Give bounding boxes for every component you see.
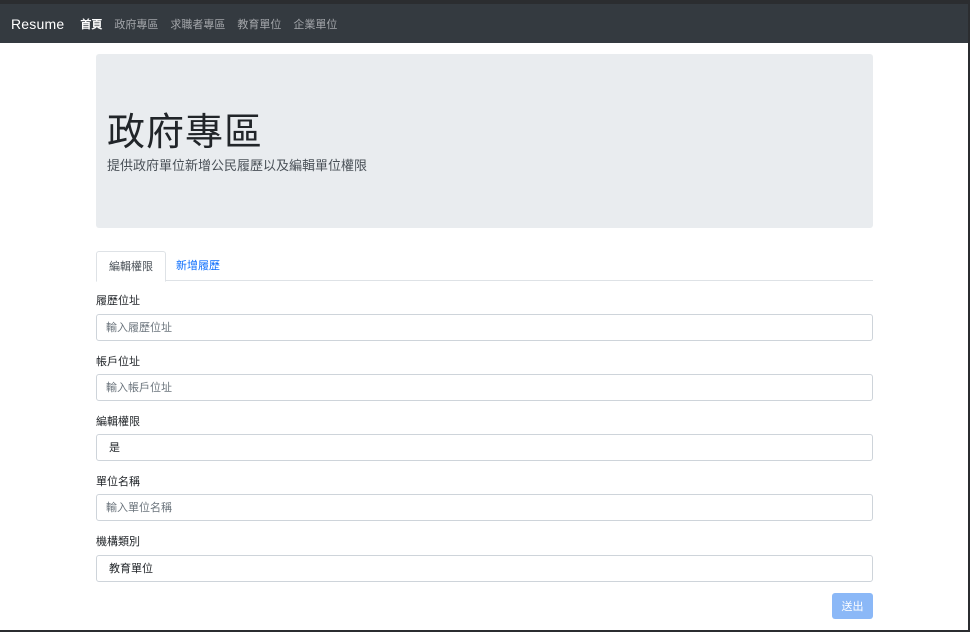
resume-address-label: 履歷位址 [96,294,140,307]
page-title: 政府專區 [107,110,264,154]
brand-logo[interactable]: Resume [11,16,64,32]
nav-education[interactable]: 教育單位 [237,16,281,32]
tab-edit-permission[interactable]: 編輯權限 [96,251,166,282]
edit-permission-value: 是 [109,441,120,454]
tab-add-resume[interactable]: 新增履歷 [164,251,232,281]
submit-button[interactable]: 送出 [832,593,873,619]
edit-permission-select[interactable]: 是 [96,434,873,461]
institution-type-select[interactable]: 教育單位 [96,555,873,582]
account-address-input[interactable] [96,374,873,401]
tab-bar: 編輯權限 新增履歷 [96,251,873,282]
page-description: 提供政府單位新增公民履歷以及編輯單位權限 [107,159,368,174]
top-navbar: Resume 首頁 政府專區 求職者專區 教育單位 企業單位 [0,4,968,43]
institution-type-value: 教育單位 [109,562,153,575]
unit-name-label: 單位名稱 [96,475,140,488]
edit-permission-label: 編輯權限 [96,415,140,428]
account-address-label: 帳戶位址 [96,355,140,368]
jumbotron: 政府專區 提供政府單位新增公民履歷以及編輯單位權限 [96,54,873,228]
unit-name-input[interactable] [96,494,873,521]
resume-address-input[interactable] [96,314,873,341]
institution-type-label: 機構類別 [96,535,140,548]
nav-government[interactable]: 政府專區 [114,16,158,32]
nav-enterprise[interactable]: 企業單位 [293,16,337,32]
nav-home[interactable]: 首頁 [80,16,102,32]
nav-job-seeker[interactable]: 求職者專區 [170,16,225,32]
page: Resume 首頁 政府專區 求職者專區 教育單位 企業單位 政府專區 提供政府… [0,4,968,630]
